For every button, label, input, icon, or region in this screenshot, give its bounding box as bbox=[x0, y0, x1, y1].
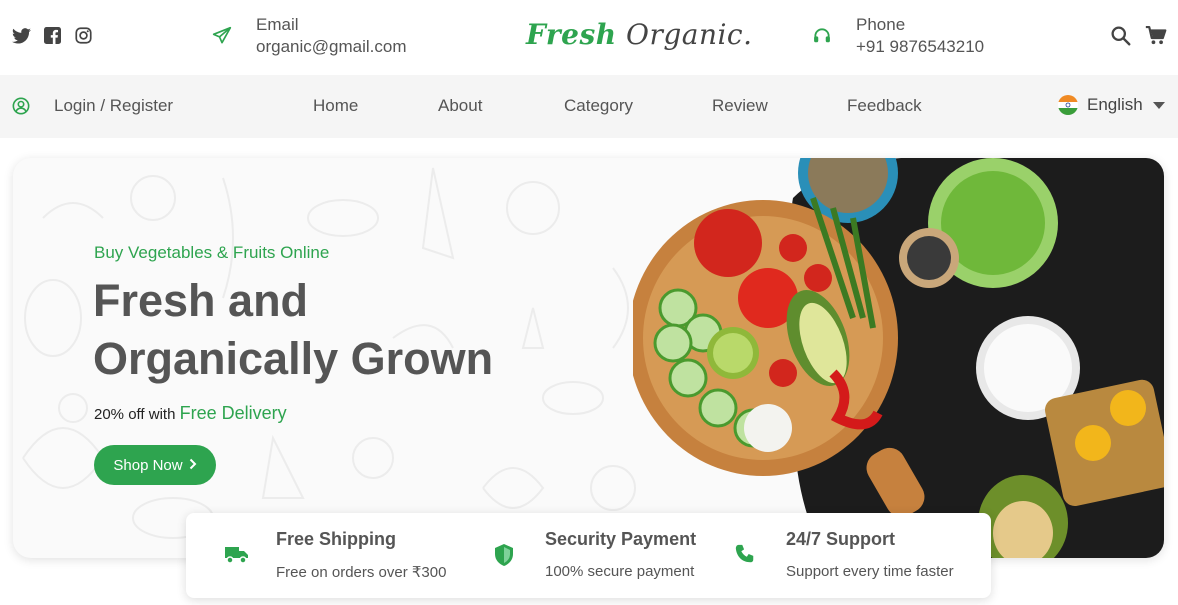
paper-plane-icon bbox=[212, 26, 232, 46]
logo-part-fresh: Fresh bbox=[526, 18, 617, 51]
nav-about[interactable]: About bbox=[438, 96, 482, 116]
nav-feedback[interactable]: Feedback bbox=[847, 96, 922, 116]
instagram-icon[interactable] bbox=[74, 26, 93, 45]
hero-banner: Buy Vegetables & Fruits Online Fresh and… bbox=[13, 158, 1164, 558]
email-label: Email bbox=[256, 15, 299, 34]
features-bar: Free Shipping Free on orders over ₹300 S… bbox=[186, 513, 991, 598]
nav-review[interactable]: Review bbox=[712, 96, 768, 116]
header-actions bbox=[1110, 25, 1167, 46]
headline-line-1: Fresh and bbox=[93, 275, 309, 326]
nav-home[interactable]: Home bbox=[313, 96, 358, 116]
feature-subtitle: Free on orders over ₹300 bbox=[276, 564, 447, 581]
phone-value[interactable]: +91 9876543210 bbox=[856, 36, 984, 58]
headset-icon bbox=[812, 26, 832, 46]
shop-now-label: Shop Now bbox=[113, 456, 183, 474]
hero-headline: Fresh and Organically Grown bbox=[93, 272, 493, 388]
offer-prefix: 20% off with bbox=[94, 406, 176, 423]
nav-bar: Login / Register Home About Category Rev… bbox=[0, 75, 1178, 138]
shield-icon bbox=[493, 543, 517, 567]
phone-contact: Phone +91 9876543210 bbox=[812, 14, 984, 58]
india-flag-icon bbox=[1058, 95, 1078, 115]
top-bar: Email organic@gmail.com Fresh Organic. P… bbox=[0, 0, 1178, 75]
headline-line-2: Organically Grown bbox=[93, 333, 494, 384]
logo-part-organic: Organic. bbox=[625, 18, 753, 51]
feature-title: Security Payment bbox=[545, 529, 697, 549]
email-contact: Email organic@gmail.com bbox=[212, 14, 406, 58]
feature-security-payment: Security Payment 100% secure payment bbox=[493, 529, 696, 580]
feature-free-shipping: Free Shipping Free on orders over ₹300 bbox=[224, 529, 446, 581]
login-register-link[interactable]: Login / Register bbox=[12, 96, 173, 116]
vegetables-platter-image bbox=[633, 158, 1164, 558]
hero-offer: 20% off with Free Delivery bbox=[94, 403, 287, 424]
offer-highlight: Free Delivery bbox=[179, 403, 287, 423]
shop-now-button[interactable]: Shop Now bbox=[94, 445, 216, 485]
feature-title: 24/7 Support bbox=[786, 529, 896, 549]
feature-subtitle: 100% secure payment bbox=[545, 563, 695, 580]
language-selector[interactable]: English bbox=[1058, 95, 1165, 115]
brand-logo[interactable]: Fresh Organic. bbox=[526, 18, 753, 51]
feature-subtitle: Support every time faster bbox=[786, 563, 954, 580]
chevron-down-icon bbox=[1152, 101, 1165, 109]
search-icon[interactable] bbox=[1110, 25, 1131, 46]
phone-label: Phone bbox=[856, 15, 906, 34]
login-label: Login / Register bbox=[54, 96, 174, 115]
phone-icon bbox=[734, 543, 758, 567]
feature-title: Free Shipping bbox=[276, 529, 397, 549]
social-links bbox=[12, 26, 93, 45]
facebook-icon[interactable] bbox=[43, 26, 62, 45]
email-value[interactable]: organic@gmail.com bbox=[256, 36, 406, 58]
chevron-right-icon bbox=[189, 457, 197, 474]
feature-support: 24/7 Support Support every time faster bbox=[734, 529, 954, 580]
hero-kicker: Buy Vegetables & Fruits Online bbox=[94, 243, 330, 262]
nav-category[interactable]: Category bbox=[564, 96, 633, 116]
twitter-icon[interactable] bbox=[12, 26, 31, 45]
language-label: English bbox=[1087, 95, 1143, 114]
truck-icon bbox=[224, 543, 248, 567]
user-circle-icon bbox=[12, 97, 30, 115]
cart-icon[interactable] bbox=[1145, 25, 1167, 46]
